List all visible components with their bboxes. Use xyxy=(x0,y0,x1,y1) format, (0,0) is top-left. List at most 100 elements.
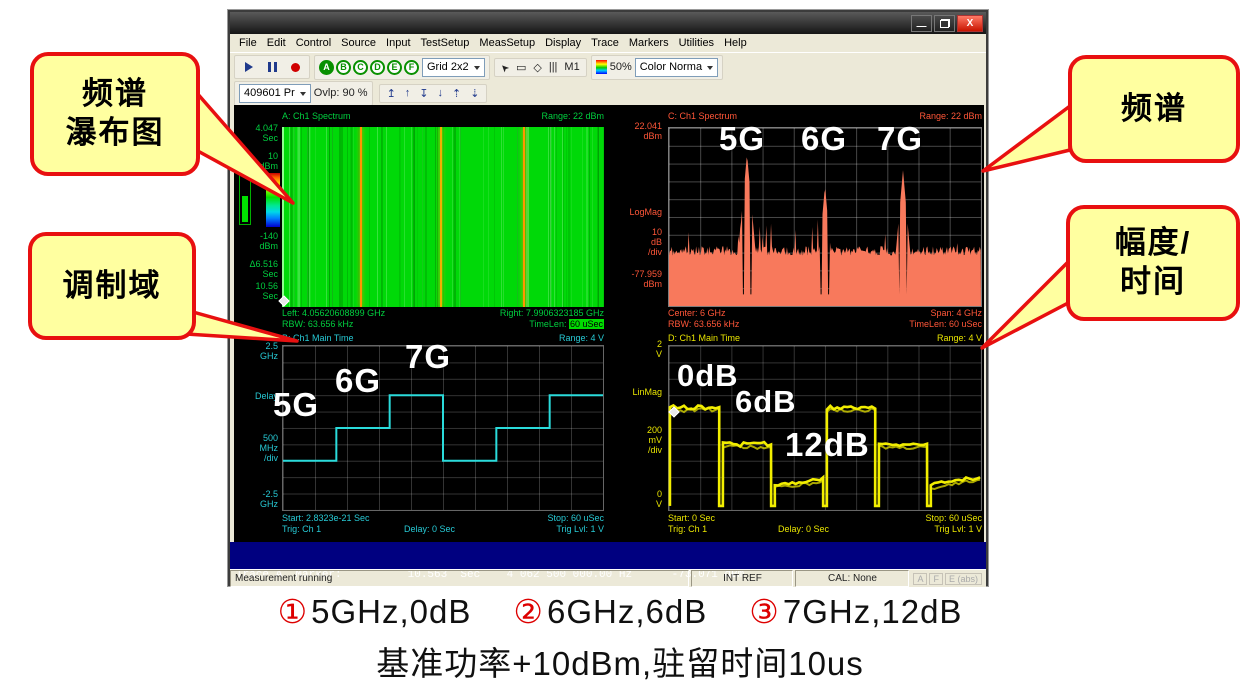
spectrogram-noise-stripe xyxy=(526,127,528,307)
overlay-label-5g: 5G xyxy=(719,120,765,158)
spectrogram-noise-stripe xyxy=(554,127,555,307)
titlebar[interactable]: — X xyxy=(230,12,986,34)
color-scale-icon xyxy=(596,60,607,74)
color-mode-select[interactable]: Color Norma xyxy=(635,58,718,77)
channel-b-button[interactable]: B xyxy=(336,60,351,75)
panel-d-y-bottom: 0 V xyxy=(618,489,662,509)
menu-item-testsetup[interactable]: TestSetup xyxy=(416,36,475,50)
callout-modulation: 调制域 xyxy=(28,232,196,340)
panel-b-stop: Stop: 60 uSec xyxy=(547,513,604,524)
spectrogram-noise-stripe xyxy=(332,127,333,307)
menu-item-source[interactable]: Source xyxy=(336,36,381,50)
spectrogram-noise-stripe xyxy=(562,127,563,307)
panel-a-timelen-value: 60 uSec xyxy=(569,319,604,329)
menu-item-file[interactable]: File xyxy=(234,36,262,50)
marker-to-max-icon[interactable]: ↥ xyxy=(384,87,399,100)
panel-b-trig: Trig: Ch 1 xyxy=(282,524,370,535)
channel-c-button[interactable]: C xyxy=(353,60,368,75)
overlay-label-5g: 5G xyxy=(273,386,319,424)
grid-layout-select[interactable]: Grid 2x2 xyxy=(422,58,485,77)
record-button[interactable] xyxy=(285,58,305,76)
spectrogram-noise-stripe xyxy=(443,127,444,307)
band-markers-tool-icon[interactable]: ||| xyxy=(547,61,560,73)
status-bar: Measurement running INT REF CAL: None AF… xyxy=(230,569,986,587)
spectrogram-noise-stripe xyxy=(309,127,311,307)
channel-a-button[interactable]: A xyxy=(319,60,334,75)
marker-diamond-tool-icon[interactable]: ◇ xyxy=(531,61,543,74)
panel-a-scale-bottom: -140 dBm xyxy=(234,231,278,251)
spectrogram-signal-line-5ghz xyxy=(360,127,362,307)
pause-icon xyxy=(268,62,277,72)
panel-c-spectrum: C: Ch1 Spectrum Range: 22 dBm 22.041 dBm… xyxy=(618,109,984,331)
display-area: A: Ch1 Spectrum Range: 22 dBm 4.047 Sec … xyxy=(234,105,984,542)
spectrogram-stripes xyxy=(282,127,604,307)
marker-down-icon[interactable]: ↓ xyxy=(435,87,447,99)
marker-arrows-group: ↥↑↧ ↓⇡⇣ xyxy=(379,84,488,103)
restore-button[interactable] xyxy=(934,15,955,32)
panel-c-y-top: 22.041 dBm xyxy=(618,121,662,141)
spectrogram-noise-stripe xyxy=(351,127,353,307)
panel-b-delay: Delay: 0 Sec xyxy=(404,524,455,535)
spectrogram-plot[interactable] xyxy=(282,127,604,307)
zoom-rect-tool-icon[interactable]: ▭ xyxy=(514,61,528,74)
status-flag-f: F xyxy=(929,573,943,585)
zoom-percent[interactable]: 50% xyxy=(610,61,632,73)
panel-d-start: Start: 0 Sec xyxy=(668,513,715,524)
menu-item-display[interactable]: Display xyxy=(540,36,586,50)
panel-c-rbw: RBW: 63.656 kHz xyxy=(668,319,739,330)
menu-item-trace[interactable]: Trace xyxy=(586,36,624,50)
menu-item-help[interactable]: Help xyxy=(719,36,752,50)
menu-item-edit[interactable]: Edit xyxy=(262,36,291,50)
callout-amplitude-line2: 时间 xyxy=(1120,263,1186,302)
channel-e-button[interactable]: E xyxy=(387,60,402,75)
status-flags: AFE (abs) xyxy=(909,570,986,587)
marker-up-icon[interactable]: ↑ xyxy=(402,87,414,99)
cursor-tool-icon[interactable]: ➤ xyxy=(497,59,514,76)
panel-c-per-div: 10 dB /div xyxy=(618,227,662,257)
spectrogram-noise-stripe xyxy=(582,127,583,307)
peak-search-up-icon[interactable]: ⇡ xyxy=(449,87,464,100)
channel-f-button[interactable]: F xyxy=(404,60,419,75)
marker-readout-bar: Trace A Marker: 10.563 Sec 4 062 500 000… xyxy=(230,542,986,569)
panel-a-title: A: Ch1 Spectrum xyxy=(282,111,351,121)
cal-indicator: CAL: None xyxy=(795,570,909,587)
menu-item-input[interactable]: Input xyxy=(381,36,415,50)
peak-search-down-icon[interactable]: ⇣ xyxy=(467,87,482,100)
caption-number: ② xyxy=(513,593,544,630)
spectrogram-noise-stripe xyxy=(386,127,387,307)
spectrum-plot[interactable]: 5G 6G 7G xyxy=(668,127,982,307)
pause-button[interactable] xyxy=(262,58,282,76)
spectrogram-noise-stripe xyxy=(425,127,427,307)
caption-number: ① xyxy=(278,593,309,630)
panel-b-range: Range: 4 V xyxy=(559,333,604,343)
spectrogram-noise-stripe xyxy=(347,127,348,307)
marker-to-min-icon[interactable]: ↧ xyxy=(416,87,431,100)
freq-time-plot[interactable]: 5G 6G 7G xyxy=(282,345,604,511)
color-group: 50% Color Norma xyxy=(591,55,723,80)
panel-d-format: LinMag xyxy=(618,387,662,397)
panel-a-spectrogram: A: Ch1 Spectrum Range: 22 dBm 4.047 Sec … xyxy=(234,109,618,331)
close-button[interactable]: X xyxy=(957,15,983,32)
spectrogram-noise-stripe xyxy=(400,127,401,307)
caption-text: 6GHz,6dB xyxy=(547,593,707,630)
play-button[interactable] xyxy=(239,58,259,76)
channel-buttons: ABCDEF xyxy=(319,60,419,75)
marker1-tool-icon[interactable]: M1 xyxy=(562,61,581,73)
spectrogram-noise-stripe xyxy=(517,127,518,307)
channel-d-button[interactable]: D xyxy=(370,60,385,75)
callout-amplitude-line1: 幅度/ xyxy=(1115,224,1192,263)
amp-time-plot[interactable]: 0dB 6dB 12dB xyxy=(668,345,982,511)
panel-b-freq-time: B: Ch1 Main Time Range: 4 V 2.5 GHz Dela… xyxy=(234,331,618,539)
callout-tail-amplitude xyxy=(982,260,1070,348)
callout-waterfall-line2: 瀑布图 xyxy=(66,114,165,153)
menu-item-meassetup[interactable]: MeasSetup xyxy=(474,36,540,50)
minimize-button[interactable]: — xyxy=(911,15,932,32)
recall-select[interactable]: 409601 Pr xyxy=(239,84,311,103)
menu-item-control[interactable]: Control xyxy=(291,36,336,50)
menu-item-utilities[interactable]: Utilities xyxy=(674,36,719,50)
menu-item-markers[interactable]: Markers xyxy=(624,36,674,50)
chevron-down-icon xyxy=(707,66,713,73)
overlay-label-0db: 0dB xyxy=(677,358,739,394)
spectrogram-noise-stripe xyxy=(483,127,484,307)
panel-d-range: Range: 4 V xyxy=(937,333,982,343)
